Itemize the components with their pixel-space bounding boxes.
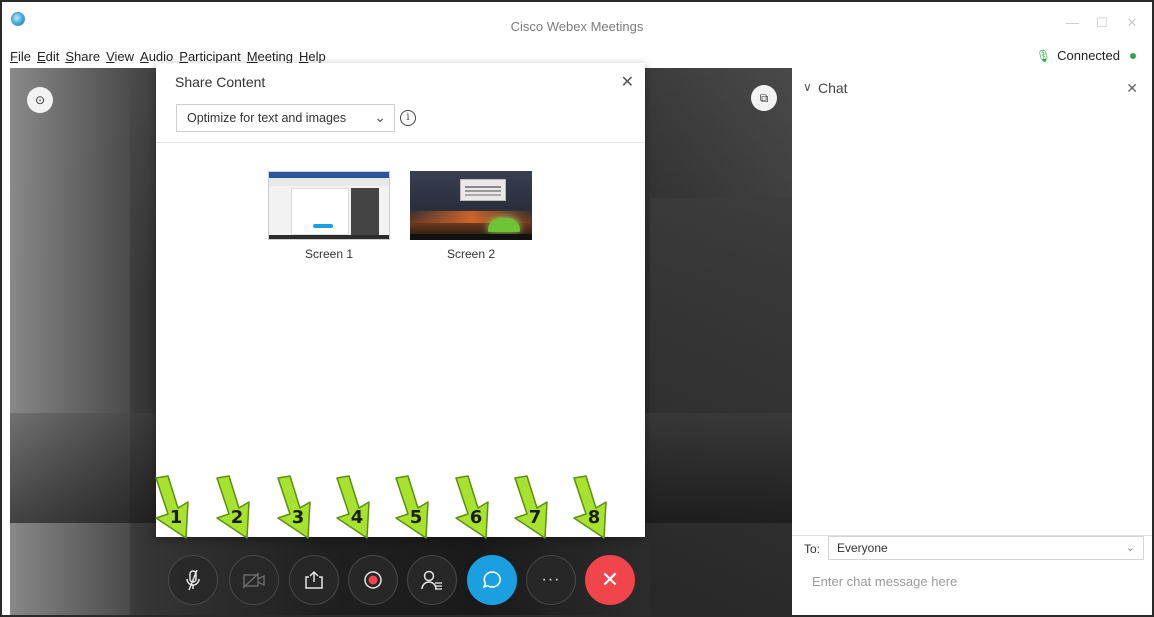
status-dot-icon bbox=[1130, 52, 1136, 59]
info-icon[interactable]: i bbox=[400, 110, 416, 126]
webex-window: Cisco Webex Meetings — ☐ ✕ File Edit Sha… bbox=[0, 0, 1154, 617]
annotation-arrow-8: 8 bbox=[570, 474, 618, 540]
connection-label: Connected bbox=[1057, 48, 1120, 63]
menu-participant[interactable]: Participant bbox=[179, 49, 240, 64]
menu-bar: File Edit Share View Audio Participant M… bbox=[10, 49, 326, 64]
chat-icon bbox=[482, 571, 501, 589]
divider bbox=[156, 142, 645, 143]
title-bar: Cisco Webex Meetings — ☐ ✕ bbox=[2, 2, 1152, 42]
annotation-arrow-3: 3 bbox=[274, 474, 322, 540]
share-button[interactable] bbox=[289, 555, 339, 605]
mic-off-icon bbox=[186, 569, 200, 591]
video-button[interactable] bbox=[229, 555, 279, 605]
screen-1-thumbnail[interactable] bbox=[268, 171, 390, 240]
annotation-arrow-5: 5 bbox=[392, 474, 440, 540]
layout-icon[interactable]: ⧉ bbox=[751, 85, 777, 111]
menu-edit[interactable]: Edit bbox=[37, 49, 59, 64]
close-icon: ✕ bbox=[600, 567, 620, 592]
chevron-down-icon[interactable]: ∨ bbox=[803, 80, 812, 94]
chat-message-input[interactable]: Enter chat message here bbox=[802, 570, 1144, 596]
participants-button[interactable] bbox=[407, 555, 457, 605]
annotation-arrow-6: 6 bbox=[452, 474, 500, 540]
more-button[interactable]: ··· bbox=[526, 555, 576, 605]
chat-title: Chat bbox=[818, 80, 848, 96]
maximize-icon[interactable]: ☐ bbox=[1096, 15, 1108, 31]
mic-icon: 🎙 bbox=[1035, 48, 1052, 63]
annotation-number: 3 bbox=[291, 507, 305, 528]
to-label: To: bbox=[804, 542, 821, 556]
annotation-arrow-1: 1 bbox=[152, 474, 200, 540]
annotation-number: 2 bbox=[230, 507, 244, 528]
window-controls: — ☐ ✕ bbox=[1066, 15, 1138, 31]
screen-2-label: Screen 2 bbox=[446, 247, 496, 261]
close-icon[interactable]: ✕ bbox=[1126, 80, 1138, 97]
window-title: Cisco Webex Meetings bbox=[510, 19, 644, 34]
annotation-number: 1 bbox=[169, 507, 183, 528]
optimize-dropdown[interactable]: Optimize for text and images ⌄ bbox=[176, 104, 395, 132]
self-view-icon[interactable]: ⊙ bbox=[27, 87, 53, 113]
menu-file[interactable]: File bbox=[10, 49, 31, 64]
screen-2-thumbnail[interactable] bbox=[410, 171, 532, 240]
close-icon[interactable]: ✕ bbox=[621, 72, 634, 92]
connection-status[interactable]: 🎙 Connected bbox=[1036, 48, 1136, 63]
chat-button[interactable] bbox=[467, 555, 517, 605]
minimize-icon[interactable]: — bbox=[1066, 15, 1079, 31]
annotation-number: 4 bbox=[350, 507, 364, 528]
recipient-select[interactable]: Everyone ⌄ bbox=[828, 536, 1144, 560]
menu-help[interactable]: Help bbox=[299, 49, 326, 64]
video-off-icon bbox=[242, 572, 265, 589]
close-window-icon[interactable]: ✕ bbox=[1126, 15, 1138, 31]
participants-icon bbox=[421, 570, 442, 590]
mute-button[interactable] bbox=[168, 555, 218, 605]
dialog-title: Share Content bbox=[175, 74, 266, 90]
chat-messages bbox=[792, 106, 1152, 536]
share-icon bbox=[305, 570, 323, 589]
share-content-dialog: Share Content ✕ Optimize for text and im… bbox=[156, 63, 645, 537]
annotation-number: 6 bbox=[469, 507, 483, 528]
annotation-number: 5 bbox=[409, 507, 423, 528]
chat-header: ∨ Chat ✕ bbox=[792, 68, 1152, 106]
menu-view[interactable]: View bbox=[106, 49, 134, 64]
annotation-arrow-2: 2 bbox=[213, 474, 261, 540]
chevron-down-icon: ⌄ bbox=[374, 109, 386, 125]
annotation-number: 8 bbox=[587, 507, 601, 528]
optimize-value: Optimize for text and images bbox=[187, 111, 347, 125]
annotation-arrow-7: 7 bbox=[511, 474, 559, 540]
recipient-value: Everyone bbox=[837, 541, 888, 555]
record-icon bbox=[364, 571, 382, 589]
record-button[interactable] bbox=[348, 555, 398, 605]
chevron-down-icon: ⌄ bbox=[1125, 542, 1135, 554]
menu-audio[interactable]: Audio bbox=[140, 49, 173, 64]
annotation-arrow-4: 4 bbox=[333, 474, 381, 540]
menu-meeting[interactable]: Meeting bbox=[247, 49, 293, 64]
more-icon: ··· bbox=[541, 571, 561, 588]
chat-panel: ∨ Chat ✕ To: Everyone ⌄ Enter chat messa… bbox=[792, 68, 1152, 615]
menu-share[interactable]: Share bbox=[65, 49, 100, 64]
leave-button[interactable]: ✕ bbox=[585, 555, 635, 605]
annotation-number: 7 bbox=[528, 507, 542, 528]
screen-1-label: Screen 1 bbox=[304, 247, 354, 261]
